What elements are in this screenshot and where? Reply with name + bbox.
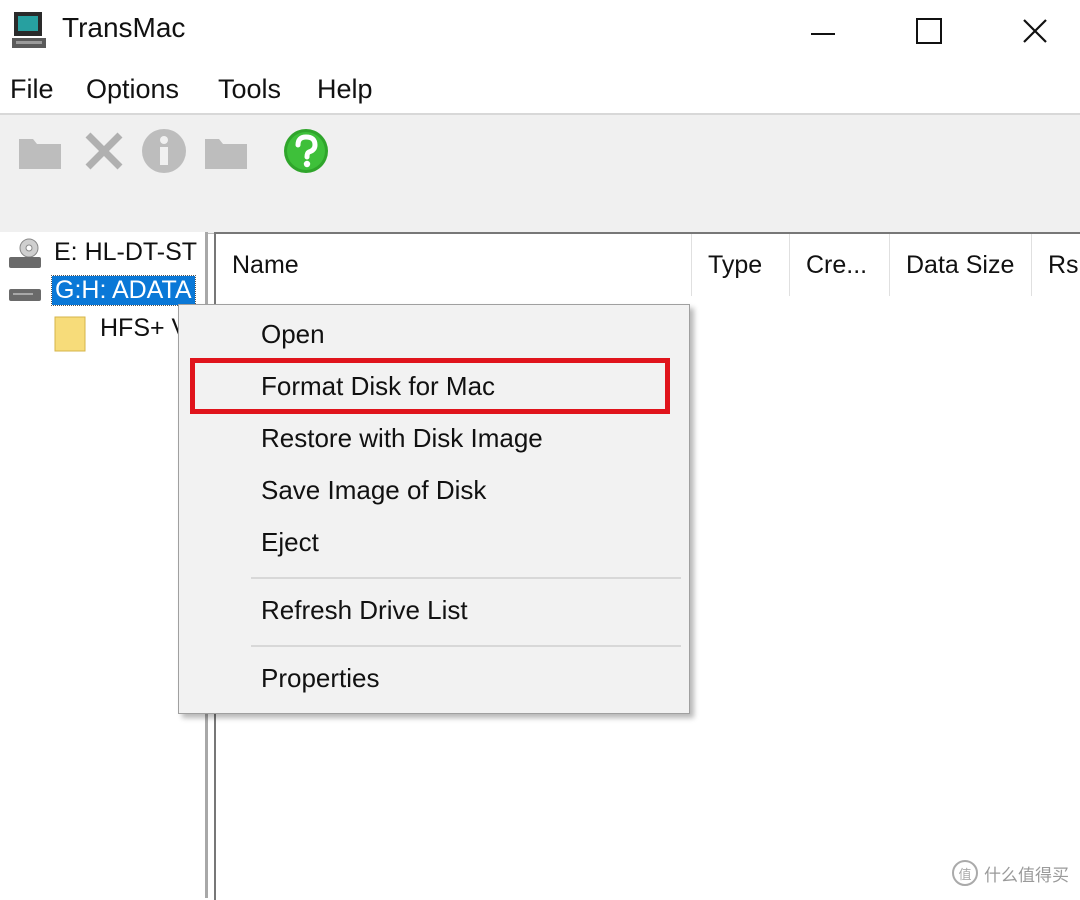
column-header-type[interactable]: Type (692, 234, 790, 296)
optical-drive-icon (9, 238, 41, 268)
close-icon (1023, 19, 1047, 43)
menu-options[interactable]: Options (86, 74, 179, 105)
menu-bar: File Options Tools Help (0, 66, 1080, 114)
toolbar (0, 113, 1080, 234)
column-header-created[interactable]: Cre... (790, 234, 890, 296)
folder-icon (54, 316, 86, 352)
menu-item-open[interactable]: Open (261, 319, 325, 350)
watermark-logo-icon: 值 (952, 860, 978, 886)
drive-tree: E: HL-DT-ST G:H: ADATA HFS+ V (0, 232, 208, 898)
maximize-icon (916, 18, 942, 44)
maximize-button[interactable] (884, 0, 974, 62)
menu-help[interactable]: Help (317, 74, 373, 105)
menu-separator (251, 577, 681, 579)
menu-tools[interactable]: Tools (218, 74, 281, 105)
menu-item-save-image-of-disk[interactable]: Save Image of Disk (261, 475, 486, 506)
column-header-rsrc-size[interactable]: Rsr (1032, 234, 1080, 296)
info-icon[interactable] (140, 127, 188, 175)
hard-drive-icon (9, 289, 41, 301)
tree-item-label: HFS+ V (100, 314, 189, 342)
column-header-data-size[interactable]: Data Size (890, 234, 1032, 296)
menu-item-refresh-drive-list[interactable]: Refresh Drive List (261, 595, 468, 626)
tree-item-label: G:H: ADATA (51, 275, 196, 306)
title-bar: TransMac (0, 0, 1080, 62)
minimize-button[interactable] (778, 0, 868, 62)
menu-item-properties[interactable]: Properties (261, 663, 380, 694)
menu-item-restore-with-disk-image[interactable]: Restore with Disk Image (261, 423, 543, 454)
highlight-annotation-box (190, 358, 670, 414)
watermark-text: 什么值得买 (984, 865, 1069, 885)
open-folder-icon[interactable] (16, 127, 64, 175)
tree-item-label: E: HL-DT-ST (54, 238, 198, 266)
menu-separator (251, 645, 681, 647)
menu-item-eject[interactable]: Eject (261, 527, 319, 558)
column-header-name[interactable]: Name (216, 234, 692, 296)
window-title: TransMac (62, 12, 186, 43)
watermark: 值 什么值得买 (952, 860, 1069, 886)
delete-icon[interactable] (80, 127, 128, 175)
help-icon[interactable] (282, 127, 330, 175)
new-folder-icon[interactable] (202, 127, 250, 175)
menu-file[interactable]: File (10, 74, 54, 105)
transmac-app-icon (12, 12, 46, 48)
minimize-icon (811, 33, 835, 35)
close-button[interactable] (990, 0, 1080, 62)
